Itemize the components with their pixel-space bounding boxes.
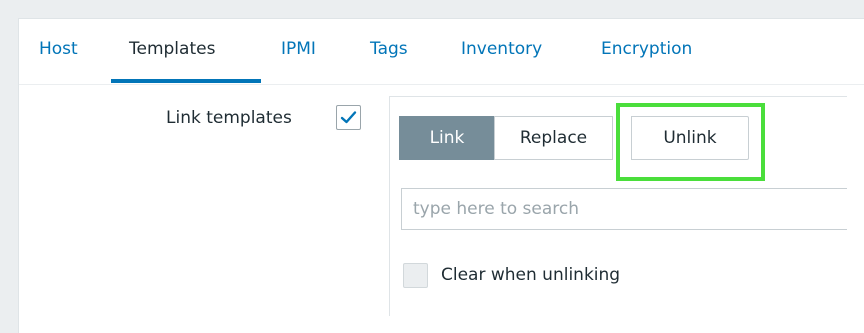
active-tab-indicator: [111, 79, 261, 83]
tab-bar: Host Templates IPMI Tags Inventory Encry…: [19, 19, 864, 85]
tab-encryption[interactable]: Encryption: [601, 39, 692, 59]
tab-inventory[interactable]: Inventory: [461, 39, 542, 59]
link-templates-label: Link templates: [166, 108, 292, 128]
replace-mode-button[interactable]: Replace: [494, 116, 613, 160]
tab-tags[interactable]: Tags: [370, 39, 408, 59]
link-templates-checkbox[interactable]: [336, 105, 361, 130]
template-search-input[interactable]: [401, 188, 847, 230]
tab-ipmi[interactable]: IPMI: [281, 39, 316, 59]
tab-templates[interactable]: Templates: [129, 39, 215, 59]
highlight-box: [616, 103, 765, 181]
tab-host[interactable]: Host: [39, 39, 78, 59]
link-mode-button[interactable]: Link: [399, 116, 495, 160]
clear-when-unlinking-label: Clear when unlinking: [441, 265, 621, 285]
clear-when-unlinking-checkbox[interactable]: [403, 263, 428, 288]
checkmark-icon: [340, 111, 357, 124]
